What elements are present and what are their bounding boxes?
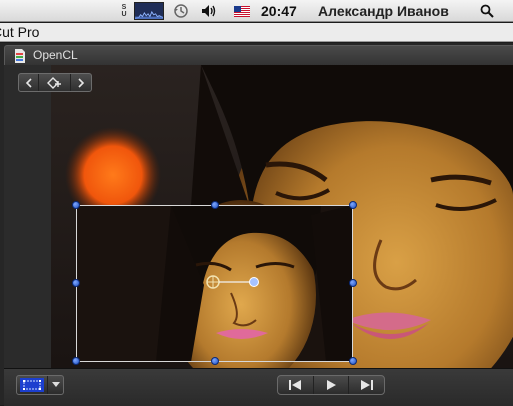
viewer-panel: OpenCL [0,43,513,406]
video-frame[interactable] [51,65,513,368]
play-icon[interactable] [314,376,350,394]
spotlight-search-icon[interactable] [478,0,496,22]
us-flag-icon[interactable] [233,0,251,22]
transform-view-icon[interactable] [17,376,48,394]
status-su-bottom: U [121,11,127,18]
document-icon [14,49,26,63]
status-su-menu[interactable]: S U [117,0,131,22]
viewer-tab-label[interactable]: OpenCL [33,48,78,62]
viewer-bottom-bar [4,368,513,406]
activity-graph-icon[interactable] [134,2,164,20]
menubar-user-name[interactable]: Александр Иванов [318,0,464,22]
transport-controls [277,375,385,395]
menubar-clock[interactable]: 20:47 [261,0,305,22]
volume-icon[interactable] [200,0,218,22]
keyframe-nav-group [18,73,92,92]
app-title: Cut Pro [0,24,40,40]
add-keyframe-icon[interactable] [39,74,71,91]
chevron-right-icon[interactable] [71,74,91,91]
menubar: S U 20:47 Александр Иванов [0,0,513,22]
app-title-bar: Cut Pro [0,23,513,42]
time-machine-icon[interactable] [172,0,190,22]
skip-to-end-icon[interactable] [349,376,384,394]
skip-to-start-icon[interactable] [278,376,314,394]
viewer-tab-bar: OpenCL [4,45,513,65]
view-mode-popup[interactable] [16,375,64,395]
viewer-canvas[interactable] [4,65,513,368]
status-su-top: S [121,4,127,11]
chevron-left-icon[interactable] [19,74,39,91]
chevron-down-icon[interactable] [48,376,63,394]
